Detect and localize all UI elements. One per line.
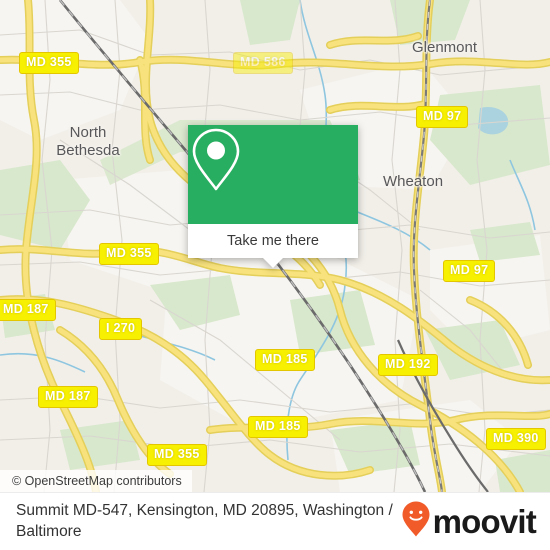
map-shield-md-355-south[interactable]: MD 355: [147, 444, 207, 466]
map-place-label-wheaton: Wheaton: [383, 173, 444, 190]
map-shield-md-97-south[interactable]: MD 97: [443, 260, 496, 282]
map-shield-md-355-north[interactable]: MD 355: [19, 52, 79, 74]
map-shield-md-187-south[interactable]: MD 187: [38, 386, 98, 408]
map-shield-md-192[interactable]: MD 192: [378, 354, 438, 376]
footer-bar: Summit MD-547, Kensington, MD 20895, Was…: [0, 492, 550, 550]
popup-tail: [262, 257, 284, 268]
map-shield-md-185-upper[interactable]: MD 185: [255, 349, 315, 371]
map-shield-i-270[interactable]: I 270: [99, 318, 143, 340]
screenshot-root: North Bethesda Glenmont Wheaton MD 355 M…: [0, 0, 550, 550]
popup-pin-area: [188, 125, 358, 224]
map-shield-md-390[interactable]: MD 390: [486, 428, 546, 450]
map-shield-md-185-lower[interactable]: MD 185: [248, 416, 308, 438]
map-shield-md-355-mid[interactable]: MD 355: [99, 243, 159, 265]
map-place-label-north-bethesda: North Bethesda: [56, 124, 120, 159]
map-place-label-glenmont: Glenmont: [412, 39, 478, 56]
take-me-there-button[interactable]: Take me there: [188, 224, 358, 258]
map-attribution[interactable]: © OpenStreetMap contributors: [0, 470, 192, 492]
map-shield-md-97-north[interactable]: MD 97: [416, 106, 469, 128]
location-title: Summit MD-547, Kensington, MD 20895, Was…: [16, 501, 393, 540]
moovit-logo[interactable]: moovit: [401, 500, 537, 543]
map-shield-md-586[interactable]: MD 586: [233, 52, 293, 74]
moovit-smiley-pin-icon: [401, 500, 431, 543]
map-canvas[interactable]: North Bethesda Glenmont Wheaton MD 355 M…: [0, 0, 550, 492]
map-shield-md-187-west[interactable]: MD 187: [0, 299, 56, 321]
attribution-text: © OpenStreetMap contributors: [12, 474, 182, 488]
location-popup[interactable]: Take me there: [188, 125, 358, 268]
take-me-there-label: Take me there: [227, 233, 319, 249]
moovit-wordmark: moovit: [432, 503, 537, 540]
